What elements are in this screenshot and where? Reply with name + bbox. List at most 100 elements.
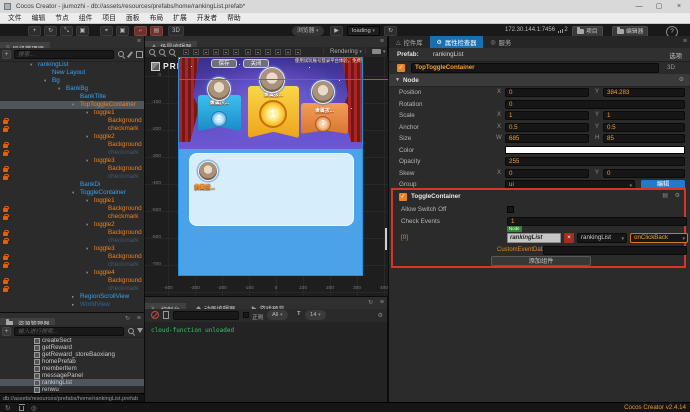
services-tab[interactable]: ◎ 服务	[483, 36, 518, 48]
close-button[interactable]: ×	[672, 1, 686, 12]
tree-row[interactable]: ▸ WorldView	[0, 301, 144, 309]
tree-row[interactable]: Background	[0, 205, 144, 213]
lock-icon[interactable]	[3, 213, 9, 220]
panel-menu-icon[interactable]: ≡	[137, 38, 141, 45]
expand-icon[interactable]: ▾	[86, 109, 88, 117]
lock-icon[interactable]	[3, 117, 9, 124]
align-icon[interactable]	[203, 49, 209, 55]
refresh-button[interactable]: ↻	[384, 26, 397, 36]
tree-row[interactable]: ▾ ToggleContainer	[0, 189, 144, 197]
expand-icon[interactable]: ▾	[58, 85, 60, 93]
tree-row[interactable]: checkmark	[0, 173, 144, 181]
asset-item[interactable]: rankingList	[0, 379, 144, 386]
tree-row[interactable]: checkmark	[0, 149, 144, 157]
menu-item[interactable]: 编辑	[27, 13, 51, 24]
regex-checkbox[interactable]	[243, 312, 249, 318]
tree-row[interactable]: Background	[0, 277, 144, 285]
lock-icon[interactable]	[3, 125, 9, 132]
maximize-button[interactable]: ▢	[652, 1, 666, 12]
console-filter-input[interactable]	[173, 311, 239, 320]
align-icon[interactable]	[183, 49, 189, 55]
align-icon[interactable]	[193, 49, 199, 55]
asset-item[interactable]: renwu	[0, 386, 144, 393]
menu-item[interactable]: 扩展	[168, 13, 192, 24]
tree-row[interactable]: checkmark	[0, 261, 144, 269]
collapse-log-icon[interactable]	[163, 311, 169, 319]
custom-event-data-input[interactable]	[543, 246, 687, 255]
anchor-mode-button[interactable]: ▣	[116, 26, 129, 36]
tree-row[interactable]: Background	[0, 229, 144, 237]
save-button[interactable]: 保存	[211, 59, 237, 68]
search-icon[interactable]	[128, 328, 135, 335]
distribute-icon[interactable]	[245, 49, 251, 55]
console-settings-icon[interactable]: ⚙	[378, 312, 383, 319]
expand-icon[interactable]: ▾	[86, 197, 88, 205]
tree-row[interactable]: ▾ Bg	[0, 77, 144, 85]
tree-row[interactable]: ▾ toggle4	[0, 269, 144, 277]
rotation-field[interactable]: 0	[505, 99, 685, 109]
component-enabled-checkbox[interactable]: ✓	[399, 193, 407, 201]
lock-icon[interactable]	[3, 205, 9, 212]
lock-icon[interactable]	[3, 277, 9, 284]
inspector-tab[interactable]: ⚙ 属性检查器	[429, 36, 484, 48]
color-swatch[interactable]	[505, 146, 685, 154]
tree-row[interactable]: BankDi	[0, 181, 144, 189]
expand-all-icon[interactable]	[136, 51, 143, 58]
panel-menu-icon[interactable]: ≡	[380, 299, 384, 306]
log-level-dropdown[interactable]: All ▾	[267, 310, 288, 320]
node-active-checkbox[interactable]: ✓	[397, 64, 405, 72]
menu-item[interactable]: 节点	[50, 13, 74, 24]
expand-icon[interactable]: ▾	[86, 221, 88, 229]
scale-y-field[interactable]: 1	[603, 111, 685, 120]
tree-row[interactable]: ▾ BankBg	[0, 85, 144, 93]
close-prefab-button[interactable]: 关闭	[243, 59, 269, 68]
prefab-options-link[interactable]: 选项	[669, 51, 682, 60]
remove-target-button[interactable]: ×	[564, 233, 574, 243]
zoom-reset-icon[interactable]	[169, 49, 176, 56]
asset-item[interactable]: createSect	[0, 337, 144, 344]
preview-target-dropdown[interactable]: 浏览器 ▾	[292, 26, 324, 36]
lock-icon[interactable]	[3, 141, 9, 148]
lock-icon[interactable]	[3, 149, 9, 156]
menu-item[interactable]: 面板	[121, 13, 145, 24]
scale-x-field[interactable]: 1	[505, 111, 589, 120]
align-icon[interactable]	[223, 49, 229, 55]
lock-icon[interactable]	[3, 173, 9, 180]
expand-icon[interactable]: ▾	[44, 77, 46, 85]
tree-row[interactable]: ▸ RegionScrollView	[0, 293, 144, 301]
clear-console-icon[interactable]	[151, 311, 159, 319]
expand-icon[interactable]: ▾	[30, 61, 32, 69]
skew-x-field[interactable]: 0	[505, 168, 589, 178]
size-w-field[interactable]: 685	[505, 134, 589, 143]
expand-icon[interactable]: ▾	[86, 269, 88, 277]
play-button[interactable]: ▶	[330, 26, 343, 36]
distribute-icon[interactable]	[295, 49, 301, 55]
rect-tool-button[interactable]: ▣	[76, 26, 89, 36]
menu-item[interactable]: 帮助	[222, 13, 246, 24]
node-name-input[interactable]: TopToggleContainer	[411, 63, 659, 73]
scale-tool-button[interactable]: ⤡	[60, 26, 73, 36]
menu-item[interactable]: 开发者	[192, 13, 222, 24]
tree-row[interactable]: checkmark	[0, 285, 144, 293]
scene-dropdown[interactable]: loading ▾	[347, 26, 380, 36]
pivot-mode-button[interactable]: ⌖	[100, 26, 113, 36]
lock-icon[interactable]	[3, 229, 9, 236]
selection-gizmo-line[interactable]	[178, 79, 388, 80]
rotate-tool-button[interactable]: ↻	[44, 26, 57, 36]
lock-icon[interactable]	[3, 253, 9, 260]
world-coord-button[interactable]: ▤	[150, 26, 163, 36]
help-doc-icon[interactable]: ▤	[662, 192, 668, 199]
distribute-icon[interactable]	[265, 49, 271, 55]
distribute-icon[interactable]	[285, 49, 291, 55]
add-component-button[interactable]: 添加组件	[491, 256, 591, 266]
tree-row[interactable]: checkmark	[0, 125, 144, 133]
tree-row[interactable]: ▾ toggle1	[0, 197, 144, 205]
3d-toggle[interactable]: 3D	[667, 64, 675, 71]
distribute-icon[interactable]	[275, 49, 281, 55]
expand-icon[interactable]: ▾	[72, 189, 74, 197]
expand-icon[interactable]: ▸	[72, 301, 74, 309]
gear-icon[interactable]: ⚙	[675, 192, 680, 199]
allow-switch-off-checkbox[interactable]	[507, 206, 514, 213]
menu-item[interactable]: 文件	[3, 13, 27, 24]
tree-row[interactable]: ▾ rankingList	[0, 61, 144, 69]
